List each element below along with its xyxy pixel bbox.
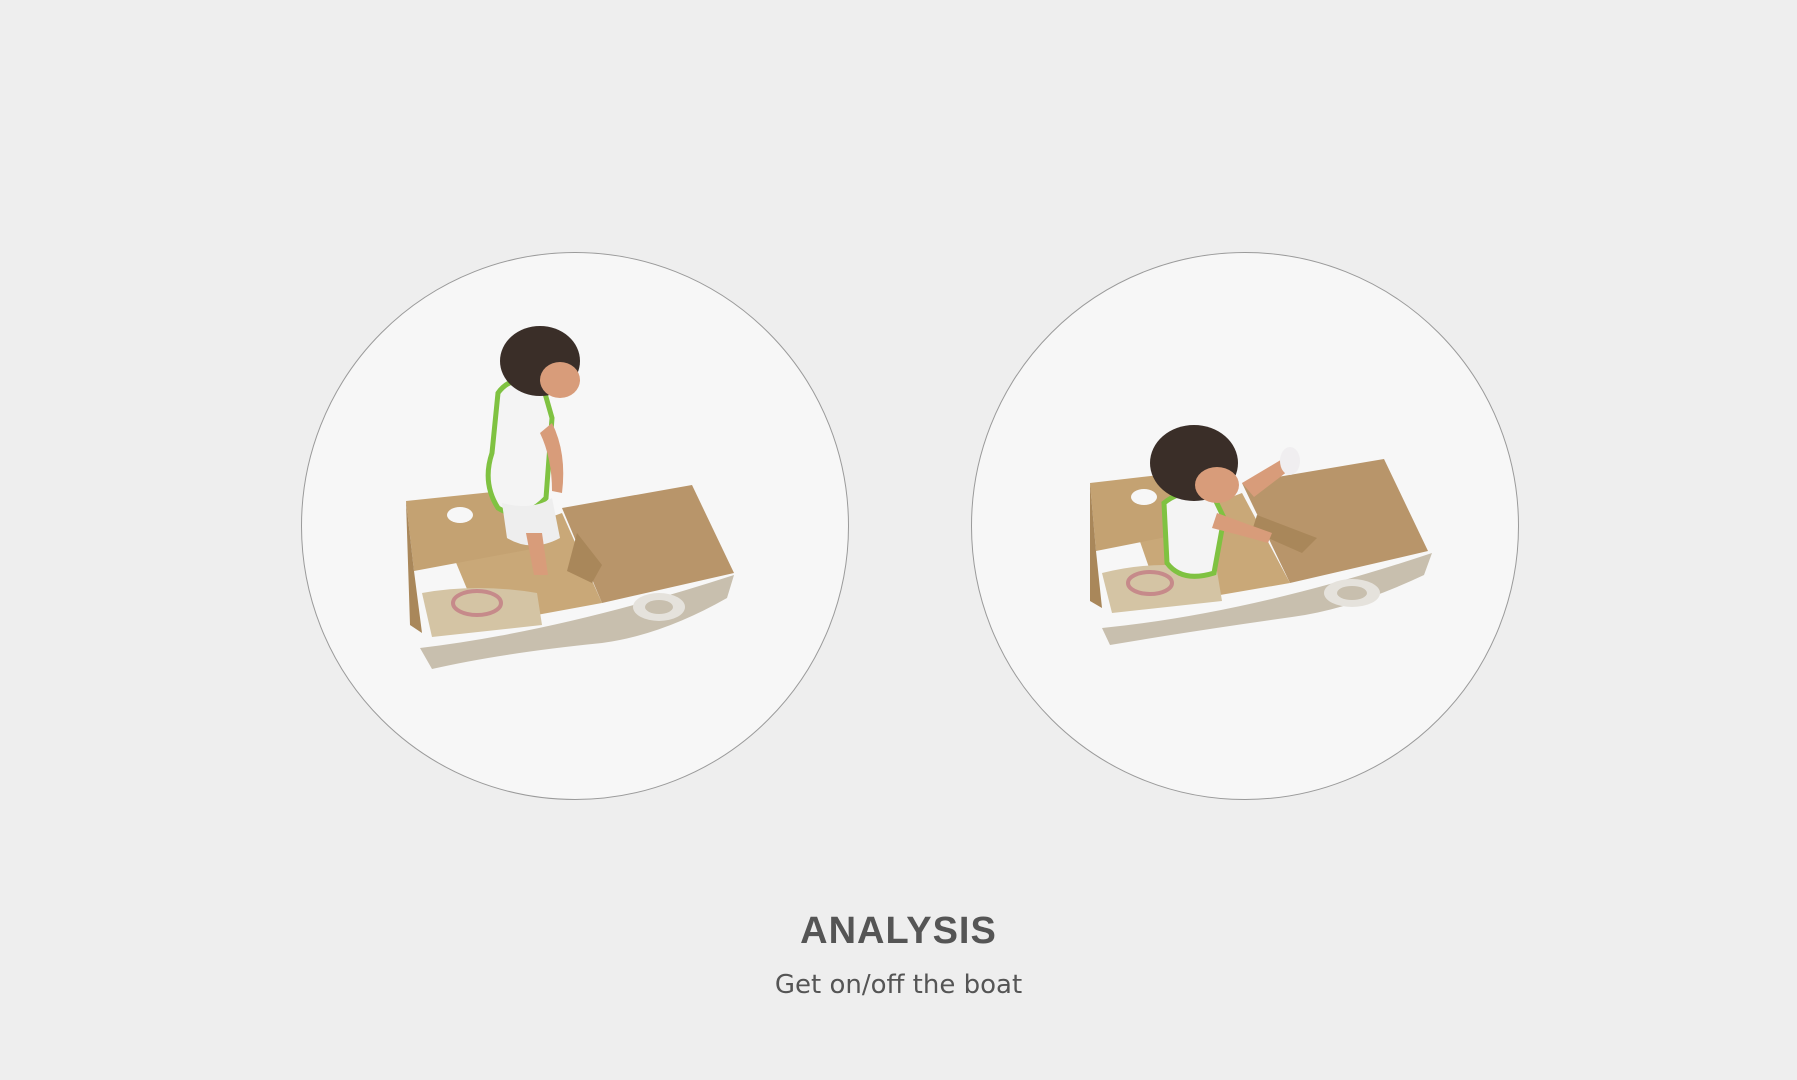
page-title: ANALYSIS [800, 910, 997, 952]
photo-child-in-boat [971, 252, 1519, 800]
photo-child-getting-on-boat [301, 252, 849, 800]
boat-illustration-left [406, 326, 734, 669]
child-sock [1280, 447, 1300, 475]
boat-illustration-right [1090, 425, 1432, 645]
boat-hole [447, 507, 473, 523]
boat-side-panel [422, 588, 542, 637]
boat-hole [1131, 489, 1157, 505]
child-face [1195, 467, 1239, 503]
child-face [540, 362, 580, 398]
page-subtitle: Get on/off the boat [774, 970, 1023, 1000]
